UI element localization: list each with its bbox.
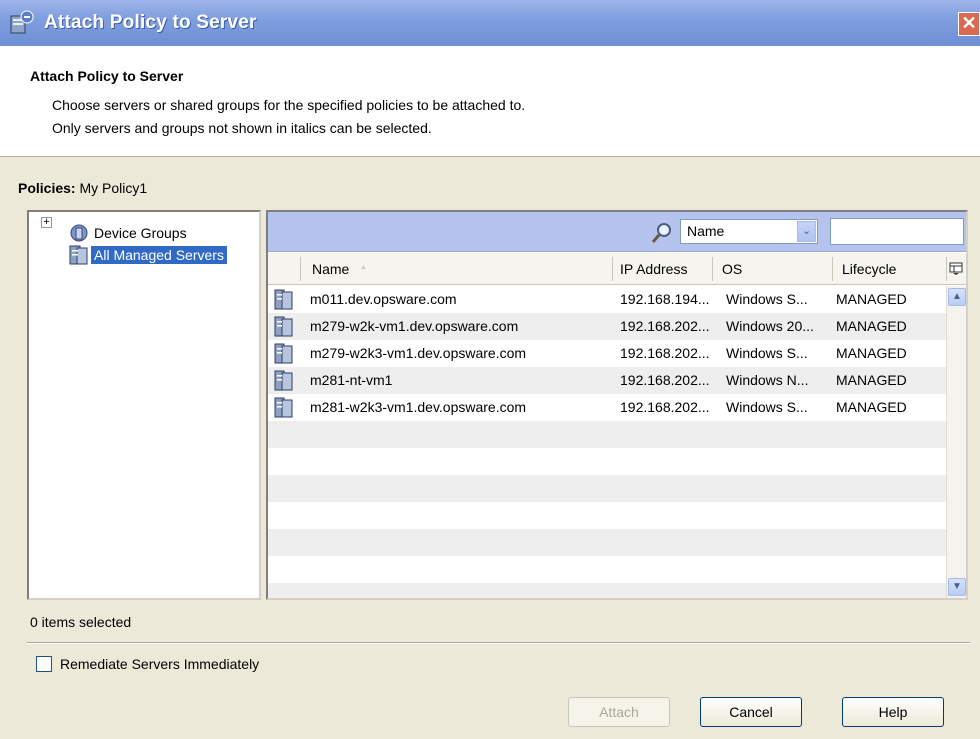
- search-bar: Name ⌄: [268, 212, 966, 252]
- empty-row: [268, 556, 946, 583]
- server-icon: [69, 245, 88, 265]
- cancel-button[interactable]: Cancel: [700, 697, 802, 727]
- server-icon: [274, 370, 293, 391]
- cell-lifecycle: MANAGED: [836, 372, 907, 388]
- scroll-down-button[interactable]: ▼: [948, 578, 966, 596]
- cell-os: Windows S...: [726, 345, 808, 361]
- table-row[interactable]: m279-w2k-vm1.dev.opsware.com 192.168.202…: [268, 313, 946, 340]
- cell-name: m279-w2k-vm1.dev.opsware.com: [310, 318, 519, 334]
- server-icon: [274, 316, 293, 337]
- cell-name: m011.dev.opsware.com: [310, 291, 457, 307]
- search-field-select[interactable]: Name ⌄: [680, 219, 818, 244]
- expand-device-groups-button[interactable]: +: [41, 217, 52, 228]
- column-divider: [712, 257, 713, 281]
- tree-item-device-groups[interactable]: Device Groups: [67, 222, 190, 244]
- cell-ip-address: 192.168.202...: [620, 345, 710, 361]
- chevron-down-icon[interactable]: ⌄: [797, 221, 816, 242]
- table-row[interactable]: m011.dev.opsware.com 192.168.194... Wind…: [268, 286, 946, 313]
- column-header-name[interactable]: Name ▲: [300, 253, 612, 285]
- column-header-ip-address[interactable]: IP Address: [612, 253, 712, 285]
- column-divider: [946, 257, 947, 281]
- cell-os: Windows N...: [726, 372, 809, 388]
- search-field-value: Name: [687, 223, 725, 239]
- cell-lifecycle: MANAGED: [836, 345, 907, 361]
- column-header-label: IP Address: [620, 261, 688, 277]
- cell-ip-address: 192.168.202...: [620, 372, 710, 388]
- table-row[interactable]: m281-w2k3-vm1.dev.opsware.com 192.168.20…: [268, 394, 946, 421]
- cell-ip-address: 192.168.202...: [620, 399, 710, 415]
- attach-button[interactable]: Attach: [568, 697, 670, 727]
- cell-os: Windows 20...: [726, 318, 814, 334]
- sort-ascending-icon: ▲: [360, 264, 367, 271]
- header-description-line1: Choose servers or shared groups for the …: [52, 97, 526, 113]
- column-divider: [832, 257, 833, 281]
- title-bar: Attach Policy to Server ✕: [0, 0, 980, 46]
- policies-line: Policies: My Policy1: [18, 180, 147, 196]
- help-button[interactable]: Help: [842, 697, 944, 727]
- scroll-up-button[interactable]: ▲: [948, 288, 966, 306]
- remediate-checkbox[interactable]: [36, 656, 52, 672]
- column-divider: [612, 257, 613, 281]
- policy-server-icon: [10, 10, 34, 34]
- dialog-header: Attach Policy to Server Choose servers o…: [0, 46, 980, 157]
- cell-lifecycle: MANAGED: [836, 291, 907, 307]
- divider: [27, 642, 970, 644]
- column-header-icon: [268, 253, 300, 285]
- empty-row: [268, 475, 946, 502]
- table-row[interactable]: m281-nt-vm1 192.168.202... Windows N... …: [268, 367, 946, 394]
- tree-item-label: All Managed Servers: [91, 246, 227, 264]
- column-header-lifecycle[interactable]: Lifecycle: [832, 253, 946, 285]
- cell-ip-address: 192.168.194...: [620, 291, 710, 307]
- empty-row: [268, 421, 946, 448]
- vertical-scrollbar[interactable]: ▲ ▼: [946, 286, 966, 598]
- cell-name: m281-w2k3-vm1.dev.opsware.com: [310, 399, 527, 415]
- empty-row: [268, 502, 946, 529]
- server-icon: [274, 343, 293, 364]
- server-icon: [274, 289, 293, 310]
- remediate-checkbox-label[interactable]: Remediate Servers Immediately: [60, 656, 259, 672]
- cell-name: m281-nt-vm1: [310, 372, 393, 388]
- cell-lifecycle: MANAGED: [836, 399, 907, 415]
- cell-lifecycle: MANAGED: [836, 318, 907, 334]
- servers-table: Name ⌄ Name ▲ IP Address OS Lifecycle m0…: [266, 210, 968, 600]
- column-header-label: Name: [312, 261, 350, 277]
- cell-ip-address: 192.168.202...: [620, 318, 710, 334]
- cell-os: Windows S...: [726, 399, 808, 415]
- header-title: Attach Policy to Server: [30, 68, 184, 84]
- search-input[interactable]: [830, 218, 964, 245]
- table-body: m011.dev.opsware.com 192.168.194... Wind…: [268, 286, 946, 598]
- tree-item-label: Device Groups: [94, 225, 187, 241]
- search-icon: [651, 223, 671, 243]
- column-header-label: Lifecycle: [842, 261, 897, 277]
- cell-os: Windows S...: [726, 291, 808, 307]
- cell-name: m279-w2k3-vm1.dev.opsware.com: [310, 345, 527, 361]
- empty-row: [268, 583, 946, 598]
- tree-item-all-managed-servers[interactable]: All Managed Servers: [67, 244, 227, 266]
- column-divider: [300, 257, 301, 281]
- column-header-os[interactable]: OS: [712, 253, 832, 285]
- policies-value: My Policy1: [79, 180, 148, 196]
- column-header-label: OS: [722, 261, 743, 277]
- server-icon: [274, 397, 293, 418]
- selection-count: 0 items selected: [30, 614, 132, 630]
- table-row[interactable]: m279-w2k3-vm1.dev.opsware.com 192.168.20…: [268, 340, 946, 367]
- device-groups-icon: [70, 224, 88, 242]
- window-title: Attach Policy to Server: [44, 12, 257, 33]
- column-chooser-icon[interactable]: [949, 262, 963, 276]
- policies-label: Policies:: [18, 180, 76, 196]
- empty-row: [268, 448, 946, 475]
- empty-row: [268, 529, 946, 556]
- header-description-line2: Only servers and groups not shown in ita…: [52, 120, 432, 136]
- server-tree[interactable]: + Device Groups All Managed Servers: [27, 210, 261, 600]
- close-button[interactable]: ✕: [958, 12, 980, 36]
